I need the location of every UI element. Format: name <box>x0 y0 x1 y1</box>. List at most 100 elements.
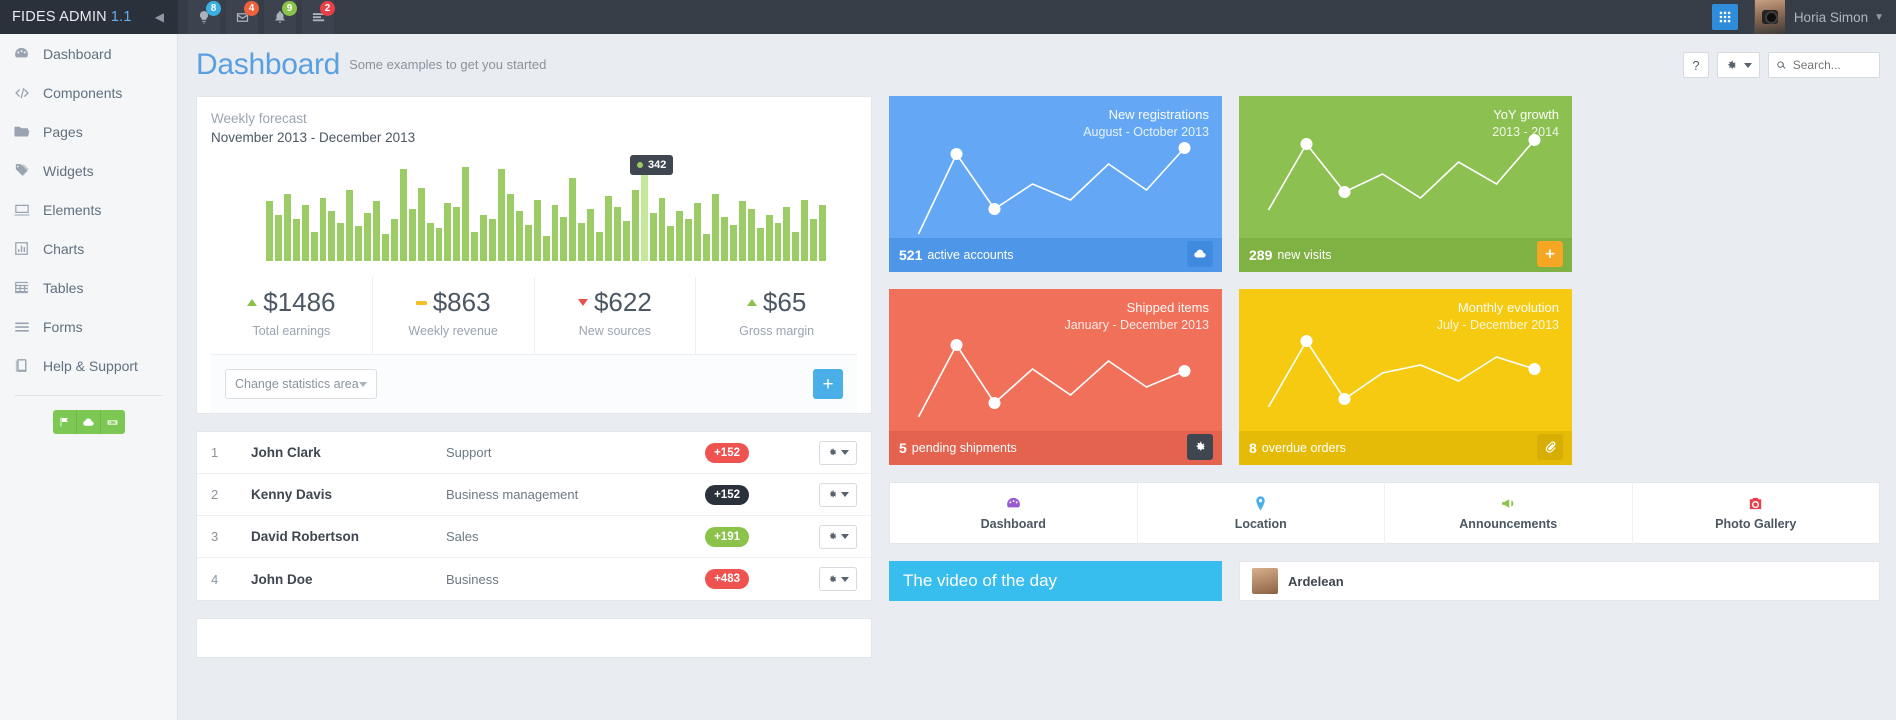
chart-bar[interactable] <box>694 203 701 261</box>
video-of-the-day-card[interactable]: The video of the day <box>889 561 1222 601</box>
chart-bar[interactable] <box>632 190 639 261</box>
chart-bar[interactable] <box>578 223 585 261</box>
user-menu[interactable]: Horia Simon ▼ <box>1754 0 1896 34</box>
chart-bar[interactable] <box>453 207 460 261</box>
chart-bar[interactable] <box>712 194 719 261</box>
chart-bar[interactable] <box>328 211 335 261</box>
chart-bar[interactable] <box>792 232 799 261</box>
info-panel[interactable]: Shipped itemsJanuary - December 20135pen… <box>889 289 1222 465</box>
grid-apps-button[interactable] <box>1712 4 1738 30</box>
chart-bar[interactable] <box>480 215 487 261</box>
chart-bar[interactable] <box>409 209 416 261</box>
chart-bar[interactable] <box>275 215 282 261</box>
row-actions-button[interactable] <box>819 567 857 591</box>
chart-bar[interactable] <box>667 226 674 261</box>
chart-bar[interactable] <box>427 223 434 261</box>
chart-bar[interactable] <box>703 234 710 261</box>
chart-bar[interactable] <box>534 200 541 261</box>
chart-bar[interactable] <box>311 232 318 261</box>
row-actions-button[interactable] <box>819 525 857 549</box>
chart-bar[interactable] <box>444 203 451 261</box>
chart-bar[interactable] <box>355 226 362 261</box>
quick-link[interactable]: Photo Gallery <box>1633 482 1880 544</box>
search-box[interactable] <box>1768 52 1880 78</box>
chart-bar[interactable] <box>516 211 523 261</box>
chart-bar[interactable] <box>418 188 425 261</box>
cloud-upload-button[interactable] <box>77 410 101 434</box>
chart-bar[interactable] <box>650 213 657 261</box>
flag-button[interactable] <box>53 410 77 434</box>
info-panel[interactable]: New registrationsAugust - October 201352… <box>889 96 1222 272</box>
nav-button-tasks[interactable]: 2 <box>302 0 334 34</box>
chart-bar[interactable] <box>783 207 790 261</box>
chart-bar[interactable] <box>596 232 603 261</box>
chart-bar[interactable] <box>302 205 309 261</box>
chart-bar[interactable] <box>810 219 817 261</box>
chart-bar[interactable] <box>364 213 371 261</box>
sidebar-item-charts[interactable]: Charts <box>0 229 177 268</box>
sidebar-item-components[interactable]: Components <box>0 73 177 112</box>
quick-link[interactable]: Location <box>1138 482 1386 544</box>
chart-bar[interactable] <box>641 165 648 261</box>
chart-bar[interactable] <box>569 178 576 261</box>
chart-bar[interactable] <box>462 167 469 261</box>
panel-action-button[interactable] <box>1187 241 1213 267</box>
settings-dropdown-button[interactable] <box>1717 52 1760 78</box>
chart-bar[interactable] <box>819 205 826 261</box>
nav-button-messages[interactable]: 4 <box>226 0 258 34</box>
row-actions-button[interactable] <box>819 483 857 507</box>
chart-bar[interactable] <box>659 198 666 261</box>
chart-bar[interactable] <box>498 169 505 261</box>
person-card[interactable]: Ardelean <box>1239 561 1880 601</box>
chart-bar[interactable] <box>685 219 692 261</box>
help-button[interactable]: ? <box>1683 52 1709 78</box>
table-row[interactable]: 3David RobertsonSales+191 <box>197 516 871 558</box>
chart-bar[interactable] <box>373 201 380 261</box>
chart-bar[interactable] <box>552 205 559 261</box>
chart-bar[interactable] <box>730 225 737 261</box>
panel-action-button[interactable] <box>1187 434 1213 460</box>
chart-bar[interactable] <box>614 207 621 261</box>
sidebar-item-forms[interactable]: Forms <box>0 307 177 346</box>
sidebar-collapse-icon[interactable]: ◀ <box>153 10 166 24</box>
quick-link[interactable]: Dashboard <box>890 482 1138 544</box>
chart-bar[interactable] <box>400 169 407 261</box>
panel-action-button[interactable] <box>1537 434 1563 460</box>
panel-action-button[interactable] <box>1537 241 1563 267</box>
chart-bar[interactable] <box>748 209 755 261</box>
chart-bar[interactable] <box>543 236 550 261</box>
nav-button-notifications[interactable]: 9 <box>264 0 296 34</box>
sidebar-item-widgets[interactable]: Widgets <box>0 151 177 190</box>
chart-bar[interactable] <box>266 201 273 261</box>
chart-bar[interactable] <box>525 225 532 261</box>
chart-bar[interactable] <box>320 198 327 261</box>
chart-bar[interactable] <box>284 194 291 261</box>
chart-bar[interactable] <box>766 215 773 261</box>
chart-bar[interactable] <box>382 234 389 261</box>
chart-bar[interactable] <box>346 190 353 261</box>
database-button[interactable] <box>101 410 125 434</box>
sidebar-item-dashboard[interactable]: Dashboard <box>0 34 177 73</box>
chart-bar[interactable] <box>623 221 630 261</box>
sidebar-item-elements[interactable]: Elements <box>0 190 177 229</box>
sidebar-item-tables[interactable]: Tables <box>0 268 177 307</box>
nav-button-lightbulb[interactable]: 8 <box>188 0 220 34</box>
chart-bar[interactable] <box>507 194 514 261</box>
chart-bar[interactable] <box>757 228 764 261</box>
chart-bar[interactable] <box>391 219 398 261</box>
quick-link[interactable]: Announcements <box>1385 482 1633 544</box>
chart-bar[interactable] <box>739 201 746 261</box>
chart-bar[interactable] <box>337 223 344 261</box>
chart-bar[interactable] <box>775 223 782 261</box>
chart-bar[interactable] <box>801 200 808 261</box>
row-actions-button[interactable] <box>819 441 857 465</box>
chart-bar[interactable] <box>436 228 443 261</box>
statistics-area-select[interactable]: Change statistics area <box>225 369 377 399</box>
chart-bar[interactable] <box>721 217 728 261</box>
chart-bar[interactable] <box>471 232 478 261</box>
table-row[interactable]: 2Kenny DavisBusiness management+152 <box>197 474 871 516</box>
table-row[interactable]: 4John DoeBusiness+483 <box>197 558 871 600</box>
chart-bar[interactable] <box>560 217 567 261</box>
chart-bar[interactable] <box>605 196 612 261</box>
chart-bar[interactable] <box>489 219 496 261</box>
